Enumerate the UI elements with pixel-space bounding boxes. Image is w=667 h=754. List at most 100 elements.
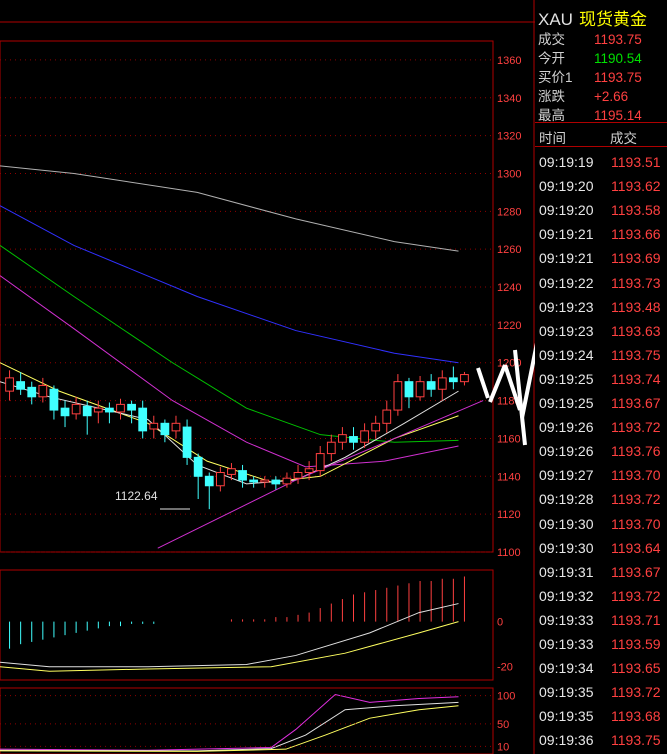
macd-line — [0, 603, 459, 668]
tick-time: 09:19:26 — [539, 443, 594, 460]
tick-row: 09:19:36 1193.75 — [539, 732, 661, 748]
candle-body — [227, 468, 236, 475]
tick-price: 1193.75 — [611, 346, 661, 363]
tick-price: 1193.69 — [611, 250, 661, 267]
price-tick-label: 1100 — [497, 547, 521, 559]
tick-time: 09:19:33 — [539, 611, 594, 628]
tick-price: 1193.72 — [611, 587, 661, 604]
tick-price: 1193.68 — [611, 708, 661, 725]
tick-row: 09:19:23 1193.48 — [539, 299, 661, 315]
candle-body — [60, 407, 70, 417]
candle-body — [238, 470, 247, 481]
candle-body — [437, 377, 447, 390]
tick-row: 09:19:35 1193.72 — [539, 684, 661, 700]
macd-indicator — [0, 576, 465, 672]
candle-body — [282, 477, 292, 485]
candle-body — [49, 388, 59, 411]
tick-time: 09:19:19 — [539, 154, 594, 170]
tick-time: 09:19:25 — [539, 370, 594, 387]
macd-tick-label: -20 — [497, 662, 513, 674]
candle-body — [393, 381, 403, 411]
kdj-tick-label: 100 — [497, 691, 515, 703]
kdj-axis: 100 50 10 — [497, 691, 515, 754]
tick-time: 09:19:36 — [539, 732, 594, 749]
candle-body — [415, 381, 425, 398]
price-tick-label: 1140 — [497, 471, 521, 483]
tick-time: 09:19:21 — [539, 250, 594, 267]
tick-row: 09:19:30 1193.64 — [539, 540, 661, 556]
price-tick-label: 1220 — [497, 320, 521, 332]
price-tick-label: 1320 — [497, 131, 521, 143]
tick-price: 1193.59 — [611, 636, 661, 652]
candle-body — [448, 377, 458, 383]
candlesticks — [5, 366, 469, 510]
tick-time: 09:19:23 — [539, 298, 594, 315]
kdj-tick-label: 50 — [497, 719, 509, 731]
candle-body — [371, 422, 381, 432]
tick-price: 1193.70 — [611, 467, 661, 484]
tick-time: 09:19:30 — [539, 539, 594, 556]
tick-time: 09:19:26 — [539, 419, 594, 436]
kdj-frame — [0, 687, 494, 754]
tick-row: 09:19:30 1193.70 — [539, 516, 661, 532]
moving-average-lines — [0, 165, 484, 549]
tick-price: 1193.72 — [611, 491, 661, 508]
macd-line — [0, 621, 459, 672]
candle-body — [326, 441, 336, 455]
ma-line — [0, 205, 459, 364]
price-tick-label: 1160 — [497, 433, 521, 445]
symbol-header: XAU 现货黄金 — [538, 5, 647, 30]
quote-label: 今开 — [538, 51, 565, 66]
candle-body — [271, 479, 281, 485]
tick-price: 1193.72 — [611, 684, 661, 701]
candle-body — [293, 472, 303, 479]
tick-row: 09:19:27 1193.70 — [539, 467, 661, 483]
quote-row: 最高 1195.14 — [538, 104, 642, 124]
tick-price: 1193.66 — [611, 226, 661, 243]
tick-row: 09:19:25 1193.74 — [539, 371, 661, 387]
ma-line — [0, 275, 459, 468]
ma-line — [0, 165, 459, 252]
tick-time: 09:19:22 — [539, 274, 594, 291]
tick-header-divider — [535, 146, 667, 147]
low-price-label: 1122.64 — [115, 489, 158, 503]
kline-chart[interactable]: 1360134013201300128012601240122012001180… — [0, 0, 535, 754]
price-tick-label: 1300 — [497, 168, 521, 180]
tick-row: 09:19:32 1193.72 — [539, 588, 661, 604]
tick-row: 09:19:34 1193.65 — [539, 660, 661, 676]
candle-body — [93, 407, 103, 413]
quote-label: 最高 — [538, 108, 565, 123]
candle-body — [304, 468, 314, 474]
candle-body — [315, 453, 325, 472]
tick-header-price: 成交 — [610, 131, 637, 146]
tick-price: 1193.58 — [611, 202, 661, 219]
candle-body — [38, 384, 48, 398]
tick-time: 09:19:35 — [539, 684, 594, 701]
quote-row: 买价1 1193.75 — [538, 66, 642, 86]
macd-frame — [0, 569, 494, 681]
quote-label: 成交 — [538, 32, 565, 47]
tick-row: 09:19:21 1193.69 — [539, 250, 661, 266]
tick-row: 09:19:31 1193.67 — [539, 564, 661, 580]
tick-row: 09:19:19 1193.51 — [539, 154, 661, 170]
candle-body — [404, 381, 414, 398]
tick-price: 1193.75 — [611, 732, 661, 749]
arrow-1 — [476, 367, 490, 399]
tick-row: 09:19:28 1193.72 — [539, 491, 661, 507]
candle-body — [349, 436, 358, 443]
price-tick-label: 1340 — [497, 93, 521, 105]
candle-body — [71, 403, 81, 415]
tick-header-time: 时间 — [539, 131, 566, 146]
candle-body — [149, 422, 159, 430]
candle-body — [360, 430, 369, 443]
tick-time: 09:19:28 — [539, 491, 594, 508]
tick-row: 09:19:26 1193.76 — [539, 443, 661, 459]
tick-time: 09:19:23 — [539, 322, 594, 339]
tick-price: 1193.67 — [611, 395, 661, 411]
candle-body — [5, 377, 14, 392]
tick-price: 1193.51 — [611, 154, 661, 170]
tick-price: 1193.73 — [611, 274, 661, 291]
tick-time: 09:19:30 — [539, 515, 594, 532]
quote-value: 1193.75 — [594, 32, 642, 47]
price-tick-label: 1360 — [497, 55, 521, 67]
